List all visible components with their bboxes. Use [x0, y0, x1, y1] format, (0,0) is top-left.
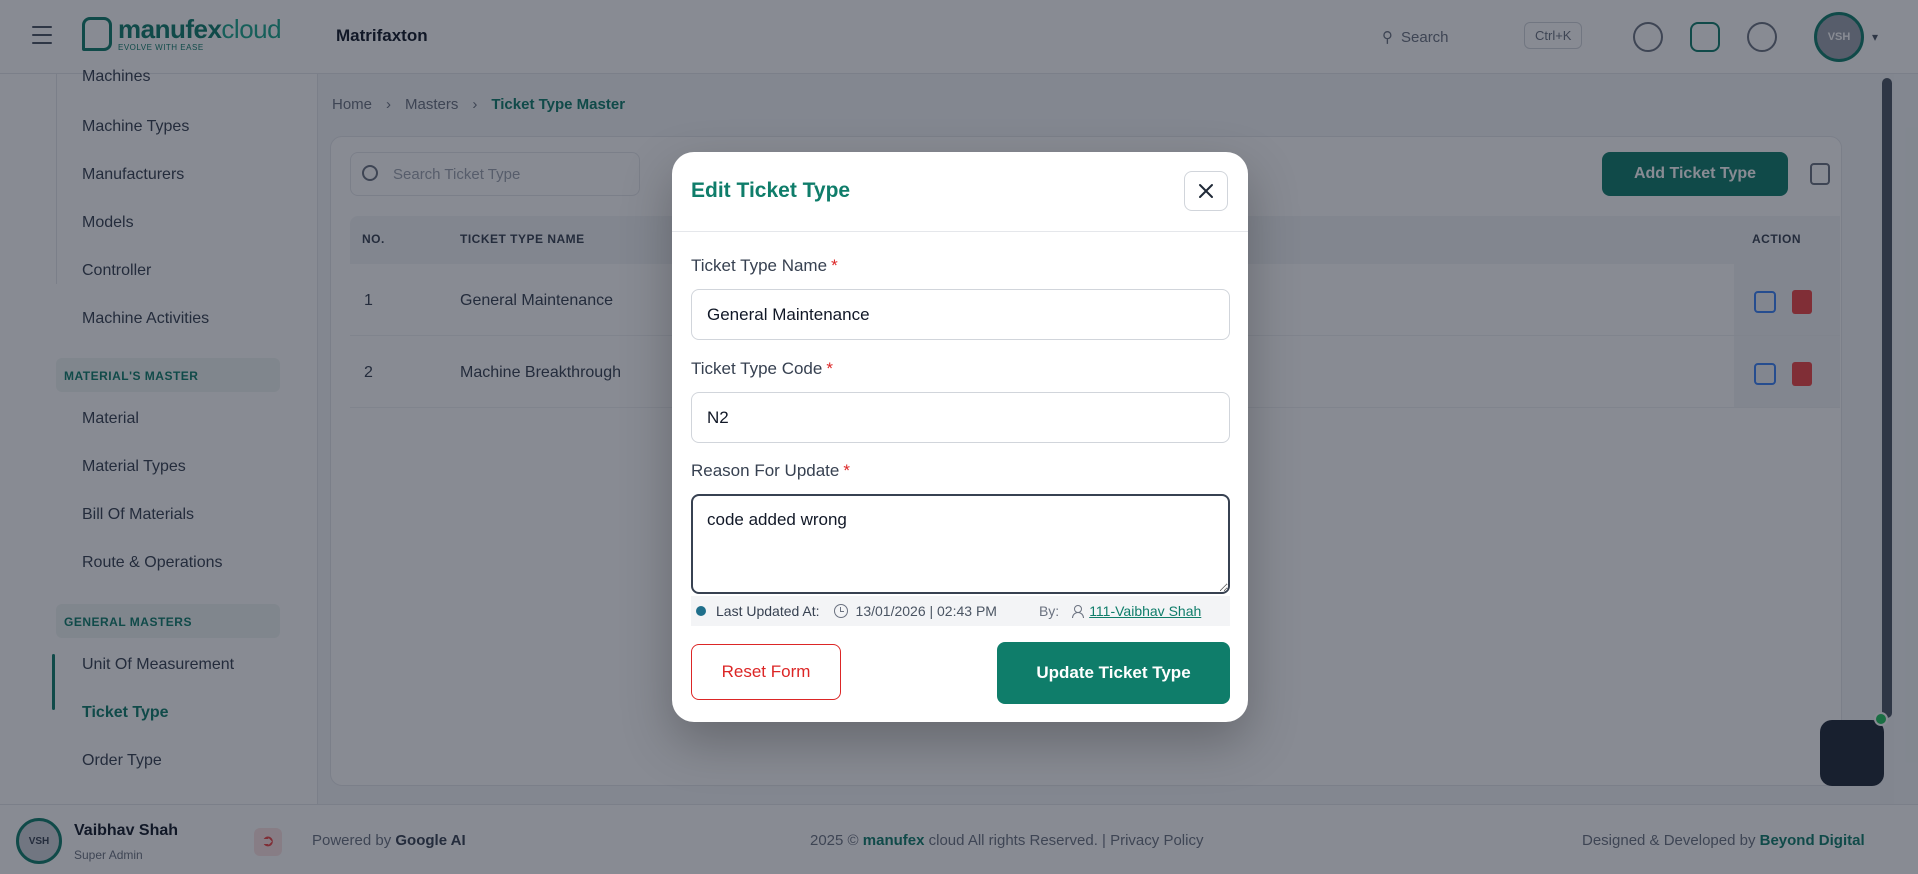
reset-form-button[interactable]: Reset Form [691, 644, 841, 700]
ticket-type-code-label: Ticket Type Code * [691, 359, 833, 379]
updated-by-label: By: [1038, 603, 1060, 619]
update-ticket-type-button[interactable]: Update Ticket Type [997, 642, 1230, 704]
close-icon [1199, 184, 1213, 198]
status-dot-icon [696, 606, 706, 616]
last-updated-info: Last Updated At: 13/01/2026 | 02:43 PM B… [691, 596, 1230, 626]
modal-header: Edit Ticket Type [672, 152, 1248, 232]
updated-by-user-link[interactable]: 111-Vaibhav Shah [1089, 603, 1201, 619]
ticket-type-name-label: Ticket Type Name * [691, 256, 838, 276]
ticket-type-code-input[interactable] [691, 392, 1230, 443]
reason-for-update-label: Reason For Update * [691, 461, 850, 481]
required-mark: * [826, 359, 833, 378]
modal-title: Edit Ticket Type [691, 179, 851, 202]
last-updated-label: Last Updated At: [716, 603, 820, 619]
ticket-type-code-label-text: Ticket Type Code [691, 359, 823, 378]
ticket-type-name-input[interactable] [691, 289, 1230, 340]
reason-for-update-label-text: Reason For Update [691, 461, 840, 480]
edit-ticket-type-modal: Edit Ticket Type Ticket Type Name* Ticke… [672, 152, 1248, 722]
user-icon [1071, 605, 1085, 618]
required-mark: * [831, 256, 838, 275]
reason-for-update-textarea[interactable]: code added wrong [691, 494, 1230, 594]
ticket-type-name-label-text: Ticket Type Name [691, 256, 828, 275]
required-mark: * [843, 461, 850, 480]
close-button[interactable] [1184, 171, 1228, 211]
last-updated-time: 13/01/2026 | 02:43 PM [855, 603, 997, 619]
clock-icon [833, 604, 848, 618]
